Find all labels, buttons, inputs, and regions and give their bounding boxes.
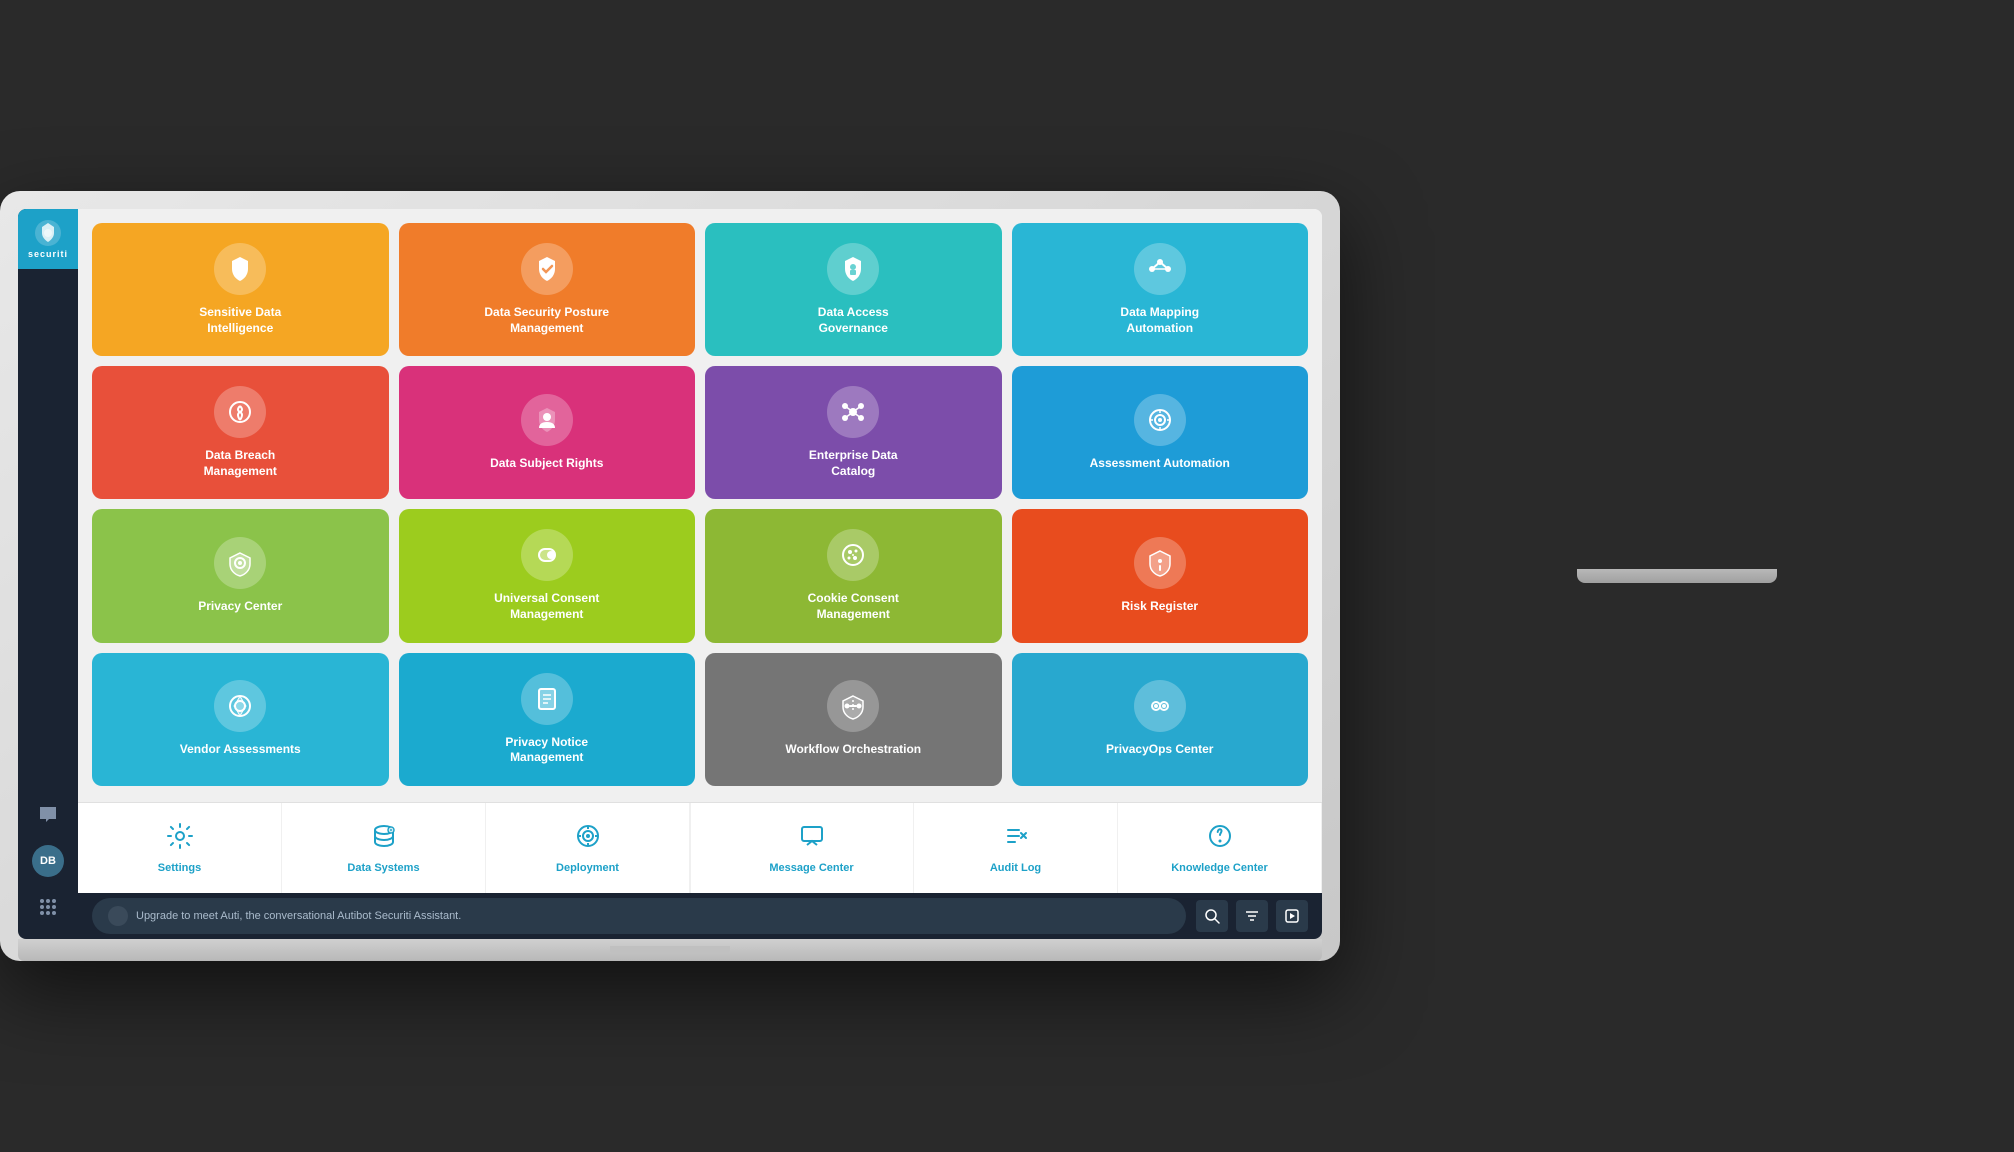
tile-label-data-subject: Data Subject Rights: [490, 456, 603, 472]
audit-log-icon: [1003, 823, 1029, 856]
tile-icon-enterprise-catalog: [827, 386, 879, 438]
tile-label-workflow: Workflow Orchestration: [785, 742, 921, 758]
tile-label-vendor-assessments: Vendor Assessments: [180, 742, 301, 758]
tiles-area: Sensitive DataIntelligence Data Security…: [78, 209, 1322, 802]
tool-audit-log-label: Audit Log: [990, 862, 1041, 874]
chat-bubble-text: Upgrade to meet Auti, the conversational…: [136, 910, 461, 922]
message-center-icon: [799, 823, 825, 856]
tile-label-privacy-center: Privacy Center: [198, 599, 282, 615]
tiles-row-1: Sensitive DataIntelligence Data Security…: [92, 223, 1308, 356]
tool-knowledge-center-label: Knowledge Center: [1171, 862, 1268, 874]
settings-icon: [167, 823, 193, 856]
tile-icon-workflow: [827, 680, 879, 732]
tiles-row-2: Data BreachManagement Data Subject Right…: [92, 366, 1308, 499]
knowledge-center-icon: [1207, 823, 1233, 856]
tile-privacyops-center[interactable]: PrivacyOps Center: [1012, 653, 1309, 786]
tile-data-security-posture[interactable]: Data Security PostureManagement: [399, 223, 696, 356]
tile-icon-universal-consent: [521, 529, 573, 581]
tool-deployment-label: Deployment: [556, 862, 619, 874]
main-content: Sensitive DataIntelligence Data Security…: [78, 209, 1322, 939]
tile-icon-vendor-assessments: [214, 680, 266, 732]
play-button[interactable]: [1276, 900, 1308, 932]
tile-enterprise-data-catalog[interactable]: Enterprise DataCatalog: [705, 366, 1002, 499]
sidebar: securiti DB: [18, 209, 78, 939]
tile-icon-risk-register: [1134, 537, 1186, 589]
tile-icon-assessment: [1134, 394, 1186, 446]
tiles-row-4: Vendor Assessments Privacy NoticeManagem…: [92, 653, 1308, 786]
tile-label-cookie-consent: Cookie ConsentManagement: [808, 591, 899, 622]
chat-bubble[interactable]: Upgrade to meet Auti, the conversational…: [92, 898, 1186, 934]
tile-label-data-breach: Data BreachManagement: [204, 448, 277, 479]
tile-icon-data-security: [521, 243, 573, 295]
tile-icon-privacy-center: [214, 537, 266, 589]
tile-label-universal-consent: Universal ConsentManagement: [494, 591, 599, 622]
sidebar-bottom-icons: DB: [32, 799, 64, 939]
chat-icon[interactable]: [32, 799, 64, 831]
tile-label-assessment: Assessment Automation: [1090, 456, 1230, 472]
tool-message-center-label: Message Center: [769, 862, 853, 874]
tile-assessment-automation[interactable]: Assessment Automation: [1012, 366, 1309, 499]
data-systems-icon: [371, 823, 397, 856]
tool-message-center[interactable]: Message Center: [710, 803, 914, 893]
tile-privacy-center[interactable]: Privacy Center: [92, 509, 389, 642]
tiles-row-3: Privacy Center Universal ConsentManageme…: [92, 509, 1308, 642]
tool-audit-log[interactable]: Audit Log: [914, 803, 1118, 893]
laptop-notch: [610, 946, 730, 954]
tile-icon-cookie-consent: [827, 529, 879, 581]
status-actions: [1196, 900, 1308, 932]
tools-divider: [690, 803, 691, 893]
tile-data-mapping[interactable]: Data MappingAutomation: [1012, 223, 1309, 356]
tile-icon-privacyops: [1134, 680, 1186, 732]
tile-label-privacyops: PrivacyOps Center: [1106, 742, 1213, 758]
tile-vendor-assessments[interactable]: Vendor Assessments: [92, 653, 389, 786]
tile-universal-consent[interactable]: Universal ConsentManagement: [399, 509, 696, 642]
chat-bubble-avatar: [108, 906, 128, 926]
laptop-frame: securiti DB: [0, 191, 1340, 961]
tile-cookie-consent[interactable]: Cookie ConsentManagement: [705, 509, 1002, 642]
logo-text: securiti: [28, 249, 68, 259]
tool-deployment[interactable]: Deployment: [486, 803, 690, 893]
tools-grid: Settings Data Systems: [78, 803, 1322, 893]
tile-label-data-access: Data AccessGovernance: [818, 305, 889, 336]
laptop-screen: securiti DB: [18, 209, 1322, 939]
tile-privacy-notice[interactable]: Privacy NoticeManagement: [399, 653, 696, 786]
tile-label-enterprise-catalog: Enterprise DataCatalog: [809, 448, 898, 479]
tile-label-data-mapping: Data MappingAutomation: [1120, 305, 1199, 336]
search-button[interactable]: [1196, 900, 1228, 932]
tile-data-breach[interactable]: Data BreachManagement: [92, 366, 389, 499]
tile-workflow-orchestration[interactable]: Workflow Orchestration: [705, 653, 1002, 786]
deployment-icon: [575, 823, 601, 856]
tool-settings-label: Settings: [158, 862, 201, 874]
tile-sensitive-data-intelligence[interactable]: Sensitive DataIntelligence: [92, 223, 389, 356]
tile-label-risk-register: Risk Register: [1121, 599, 1198, 615]
tile-data-subject-rights[interactable]: Data Subject Rights: [399, 366, 696, 499]
tool-data-systems-label: Data Systems: [347, 862, 419, 874]
tile-icon-data-breach: [214, 386, 266, 438]
laptop-base: [18, 939, 1322, 961]
tile-label-sensitive-data: Sensitive DataIntelligence: [199, 305, 281, 336]
tool-settings[interactable]: Settings: [78, 803, 282, 893]
grid-icon[interactable]: [32, 891, 64, 923]
tile-icon-data-access: [827, 243, 879, 295]
tile-icon-data-subject: [521, 394, 573, 446]
tile-label-data-security: Data Security PostureManagement: [484, 305, 609, 336]
sidebar-logo[interactable]: securiti: [18, 209, 78, 269]
tool-knowledge-center[interactable]: Knowledge Center: [1118, 803, 1322, 893]
tile-icon-privacy-notice: [521, 673, 573, 725]
tile-risk-register[interactable]: Risk Register: [1012, 509, 1309, 642]
bottom-tools: Settings Data Systems: [78, 802, 1322, 893]
status-bar: Upgrade to meet Auti, the conversational…: [78, 893, 1322, 939]
filter-button[interactable]: [1236, 900, 1268, 932]
laptop-stand: [1577, 569, 1777, 583]
tool-data-systems[interactable]: Data Systems: [282, 803, 486, 893]
tile-data-access-governance[interactable]: Data AccessGovernance: [705, 223, 1002, 356]
tile-icon-sensitive-data: [214, 243, 266, 295]
user-avatar[interactable]: DB: [32, 845, 64, 877]
tile-icon-data-mapping: [1134, 243, 1186, 295]
tile-label-privacy-notice: Privacy NoticeManagement: [505, 735, 588, 766]
